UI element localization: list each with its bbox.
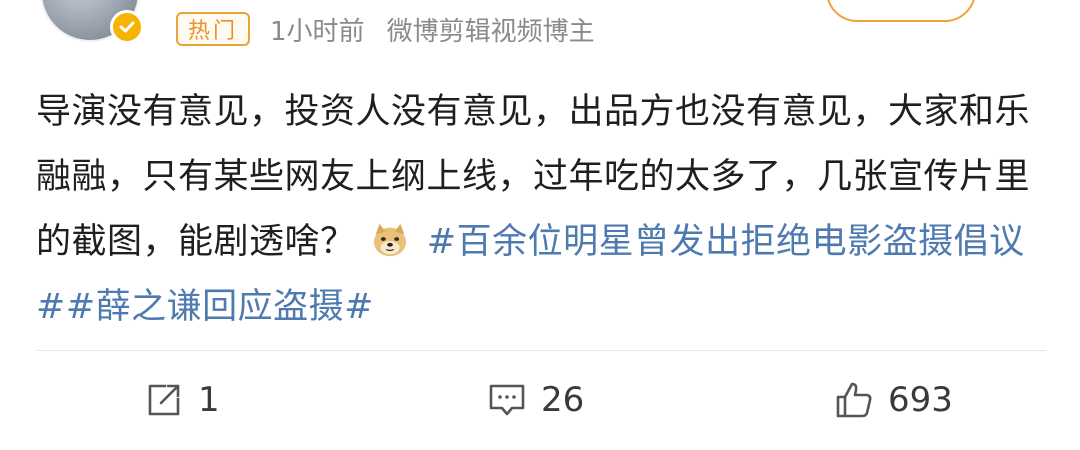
like-button[interactable]: 693	[834, 378, 953, 422]
post-content: 导演没有意见，投资人没有意见，出品方也没有意见，大家和乐融融，只有某些网友上纲上…	[36, 80, 1046, 340]
follow-button[interactable]	[826, 0, 976, 22]
post-time: 1小时前	[270, 16, 365, 47]
post-source: 微博剪辑视频博主	[386, 16, 595, 47]
like-count: 693	[888, 380, 953, 420]
comment-button[interactable]: 26	[487, 378, 584, 422]
verified-badge-icon	[110, 10, 144, 44]
comment-icon	[489, 384, 525, 416]
repost-button[interactable]: 1	[144, 378, 220, 422]
repost-icon	[148, 384, 180, 416]
comment-count: 26	[541, 380, 585, 420]
avatar-container[interactable]	[40, 0, 144, 44]
divider	[36, 350, 1046, 351]
like-icon	[836, 382, 872, 418]
repost-count: 1	[198, 380, 220, 420]
post-meta: 热门 1小时前 微博剪辑视频博主	[176, 9, 595, 49]
topic-link-xue-zhiqian[interactable]: #薛之谦回应盗摄#	[66, 287, 374, 327]
doge-emoji	[371, 216, 409, 257]
hot-badge: 热门	[176, 12, 251, 46]
